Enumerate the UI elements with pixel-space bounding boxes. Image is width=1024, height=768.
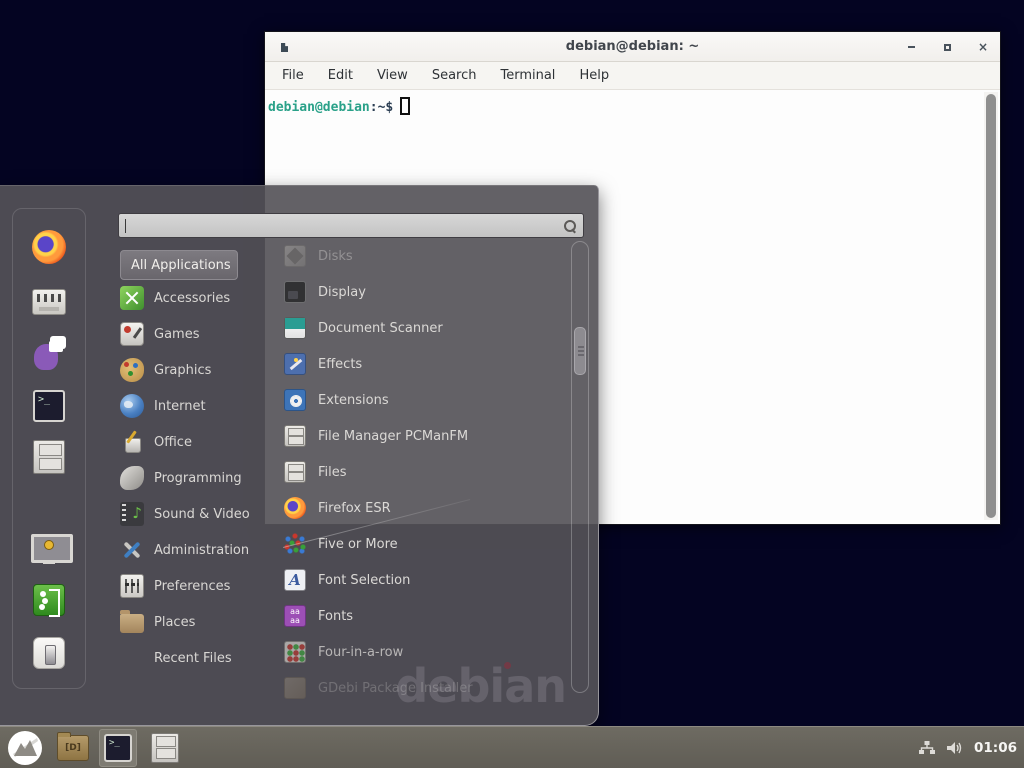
menu-view[interactable]: View (377, 68, 408, 83)
log-out-icon[interactable] (33, 584, 65, 616)
menu-help[interactable]: Help (579, 68, 609, 83)
menu-file[interactable]: File (282, 68, 304, 83)
shut-down-icon[interactable] (33, 637, 65, 669)
application-list: Disks Display Document Scanner Effects E… (284, 238, 562, 706)
app-disks[interactable]: Disks (284, 238, 562, 274)
application-menu: >_ All Applications Accessories Games (0, 185, 599, 726)
lock-screen-icon[interactable] (31, 534, 67, 564)
menu-search[interactable]: Search (432, 68, 477, 83)
file-manager-icon[interactable] (33, 440, 65, 474)
maximize-icon[interactable] (940, 40, 954, 54)
category-programming[interactable]: Programming (120, 460, 280, 496)
fonts-icon: aa aa (284, 605, 306, 627)
category-internet[interactable]: Internet (120, 388, 280, 424)
debian-logo-dot (504, 662, 511, 669)
minimize-icon[interactable] (904, 40, 918, 54)
volume-icon[interactable] (945, 739, 965, 757)
terminal-icon[interactable]: >_ (33, 390, 65, 422)
prompt-path: :~$ (370, 100, 393, 115)
category-preferences[interactable]: Preferences (120, 568, 280, 604)
firefox-icon (284, 497, 306, 519)
system-tray: 01:06 (918, 739, 1024, 757)
office-icon (120, 430, 144, 454)
app-file-manager-pcmanfm[interactable]: File Manager PCManFM (284, 418, 562, 454)
terminal-cursor (400, 97, 410, 115)
display-icon (284, 281, 306, 303)
category-recent-files[interactable]: Recent Files (120, 640, 280, 676)
menu-launcher-icon[interactable] (7, 730, 43, 766)
administration-icon (120, 538, 144, 562)
search-box[interactable] (118, 213, 584, 238)
pidgin-icon[interactable] (32, 336, 66, 370)
close-icon[interactable]: × (976, 40, 990, 54)
desktop: debian@debian: ~ × File Edit View Search… (0, 0, 1024, 768)
app-display[interactable]: Display (284, 274, 562, 310)
app-font-selection[interactable]: A Font Selection (284, 562, 562, 598)
terminal-scrollbar-thumb[interactable] (986, 94, 996, 518)
files-cabinet-icon[interactable] (151, 733, 179, 763)
terminal-taskbar-button[interactable]: >_ (99, 729, 137, 767)
app-document-scanner[interactable]: Document Scanner (284, 310, 562, 346)
app-firefox-esr[interactable]: Firefox ESR (284, 490, 562, 526)
category-accessories[interactable]: Accessories (120, 280, 280, 316)
programming-icon (120, 466, 144, 490)
favorites-sidebar: >_ (12, 208, 86, 689)
network-icon[interactable] (918, 739, 936, 757)
app-fonts[interactable]: aa aa Fonts (284, 598, 562, 634)
category-sound-video[interactable]: Sound & Video (120, 496, 280, 532)
prompt-user-host: debian@debian (268, 100, 370, 115)
category-games[interactable]: Games (120, 316, 280, 352)
menu-edit[interactable]: Edit (328, 68, 353, 83)
terminal-menubar: File Edit View Search Terminal Help (265, 62, 1000, 90)
app-files[interactable]: Files (284, 454, 562, 490)
category-administration[interactable]: Administration (120, 532, 280, 568)
category-places[interactable]: Places (120, 604, 280, 640)
terminal-scrollbar[interactable] (984, 92, 998, 520)
graphics-icon (120, 358, 144, 382)
extensions-icon (284, 389, 306, 411)
app-five-or-more[interactable]: Five or More (284, 526, 562, 562)
sound-video-icon (120, 502, 144, 526)
taskbar: [D] >_ 01:06 (0, 726, 1024, 768)
menu-terminal[interactable]: Terminal (500, 68, 555, 83)
four-in-a-row-icon (284, 641, 306, 663)
file-cabinet-icon (284, 425, 306, 447)
games-icon (120, 322, 144, 346)
menu-scrollbar-thumb[interactable] (574, 327, 586, 375)
firefox-icon[interactable] (32, 230, 66, 264)
gdebi-icon (284, 677, 306, 699)
terminal-titlebar[interactable]: debian@debian: ~ × (265, 32, 1000, 62)
category-all-applications[interactable]: All Applications (120, 250, 238, 280)
file-cabinet-icon (284, 461, 306, 483)
pcmanfm-folder-icon[interactable]: [D] (57, 735, 89, 761)
search-input[interactable] (126, 218, 563, 233)
scanner-icon (284, 317, 306, 339)
terminal-icon: >_ (104, 734, 132, 762)
magnifier-icon (563, 219, 577, 233)
disks-icon (284, 245, 306, 267)
internet-icon (120, 394, 144, 418)
preferences-icon (120, 574, 144, 598)
clock[interactable]: 01:06 (974, 740, 1017, 756)
debian-watermark: debian (395, 659, 566, 713)
menu-scrollbar[interactable] (571, 241, 589, 693)
settings-mixer-icon[interactable] (32, 285, 66, 315)
app-extensions[interactable]: Extensions (284, 382, 562, 418)
window-title: debian@debian: ~ (265, 39, 1000, 54)
category-graphics[interactable]: Graphics (120, 352, 280, 388)
places-icon (120, 614, 144, 633)
font-selection-icon: A (284, 569, 306, 591)
category-list: All Applications Accessories Games Graph… (120, 250, 280, 676)
app-effects[interactable]: Effects (284, 346, 562, 382)
effects-icon (284, 353, 306, 375)
accessories-icon (120, 286, 144, 310)
category-office[interactable]: Office (120, 424, 280, 460)
